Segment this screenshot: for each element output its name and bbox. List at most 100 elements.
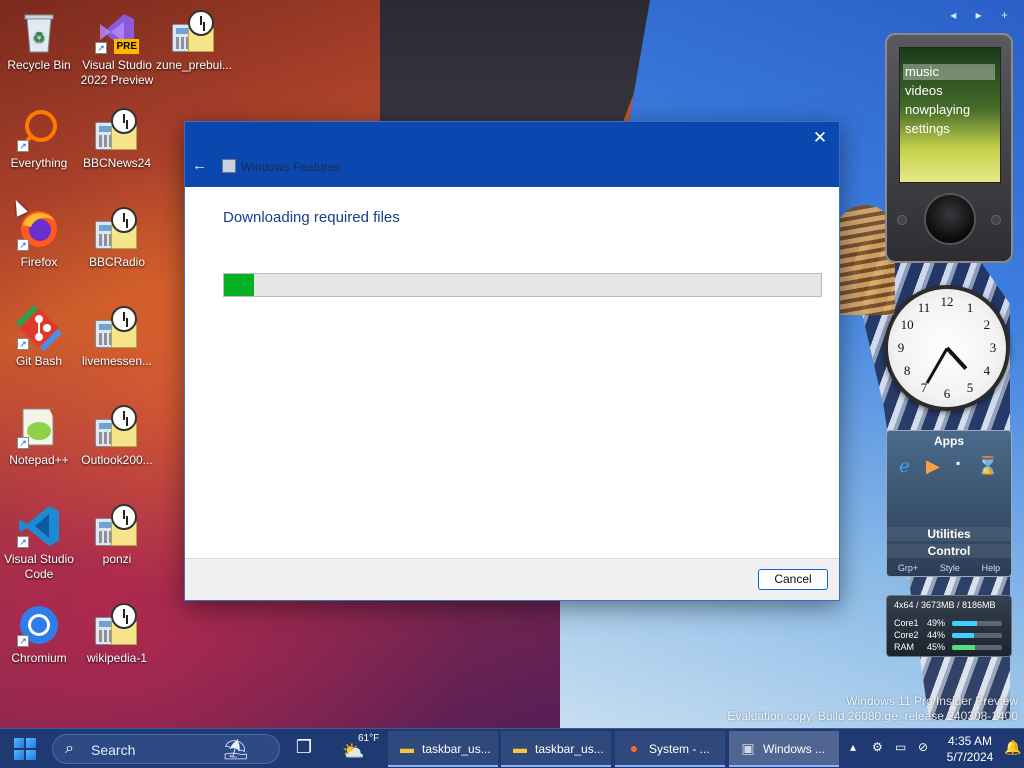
desktop-icon-git-bash[interactable]: ↗ Git Bash [0,304,78,369]
search-highlight-icon: ⛱ [223,739,249,761]
desktop-icon-everything[interactable]: ↗ Everything [0,106,78,171]
desktop-icon-zune-prebuilt[interactable]: zune_prebui... [155,8,233,73]
preview-badge: PRE [114,39,139,54]
desktop-icon-label: Everything [10,156,68,170]
apps-control[interactable]: Control [887,544,1011,558]
folder-icon: ▬ [513,740,527,756]
taskbar-app-explorer-2[interactable]: ▬ taskbar_us... [501,731,611,767]
cancel-button[interactable]: Cancel [758,569,828,590]
app-icon [93,403,141,451]
windows-features-icon: ▣ [741,740,755,756]
recycle-bin-icon: ♻ [15,8,63,56]
desktop-icon-label: Outlook200... [81,453,153,467]
shortcut-arrow-icon: ↗ [95,42,107,54]
windows-features-dialog: ✕ ← Windows Features Downloading require… [184,121,840,601]
dialog-footer: Cancel [185,558,839,600]
desktop-icon-firefox[interactable]: ↗ Firefox [0,205,78,270]
clock-number: 12 [940,294,954,309]
apps-utilities[interactable]: Utilities [887,527,1011,541]
desktop-icon-label: Chromium [11,651,67,665]
folder-icon: ▬ [400,740,414,756]
program-icon[interactable]: ▪ [956,456,960,477]
desktop-icon-chromium[interactable]: ↗ Chromium [0,601,78,666]
start-button[interactable] [14,738,36,760]
clock-number: 10 [900,317,914,332]
desktop-icon-outlook[interactable]: Outlook200... [78,403,156,468]
apps-grp-button[interactable]: Grp+ [898,563,918,573]
desktop-icon-label: wikipedia-1 [86,651,148,665]
shortcut-arrow-icon: ↗ [17,239,29,251]
tray-security-icon[interactable]: ⚙ [872,740,883,754]
dialog-header: ✕ ← Windows Features [185,122,839,187]
search-ring-icon: ↗ [15,106,63,154]
app-icon [93,601,141,649]
desktop-icon-wikipedia[interactable]: wikipedia-1 [78,601,156,666]
close-icon[interactable]: ✕ [809,127,831,149]
shortcut-arrow-icon: ↗ [17,635,29,647]
desktop-icon-bbcnews24[interactable]: BBCNews24 [78,106,156,171]
desktop-icon-bbcradio[interactable]: BBCRadio [78,205,156,270]
app-icon [170,8,218,56]
network-icon[interactable]: ▭ [895,740,906,754]
taskbar-date: 5/7/2024 [946,750,994,764]
zune-menu-music[interactable]: music [903,64,995,80]
desktop-icon-recycle-bin[interactable]: ♻ Recycle Bin [0,8,78,73]
chevron-up-icon[interactable]: ▴ [850,740,856,754]
zune-wheel[interactable] [924,193,976,245]
zune-menu-settings[interactable]: settings [905,121,950,137]
visual-studio-icon: PRE ↗ [93,8,141,56]
taskbar-clock[interactable]: 4:35 AM 5/7/2024 [940,733,1000,765]
desktop-icon-label: zune_prebui... [155,58,233,72]
apps-icons: ℯ ▶ ▪ ⌛ [887,448,1011,477]
notification-bell-icon[interactable]: 🔔 [1004,739,1021,756]
zune-gadget[interactable]: music videos nowplaying settings [885,33,1013,263]
desktop-icon-notepad-plus-plus[interactable]: ↗ Notepad++ [0,403,78,468]
zune-menu-videos[interactable]: videos [905,83,943,99]
shortcut-arrow-icon: ↗ [17,140,29,152]
back-arrow-icon[interactable]: ← [192,157,207,174]
volume-muted-icon[interactable]: ⊘ [918,740,928,754]
desktop-icon-visual-studio[interactable]: PRE ↗ Visual Studio 2022 Preview [78,8,156,88]
sysmon-bar [952,632,974,638]
clock-number: 8 [903,363,911,378]
shortcut-arrow-icon: ↗ [17,437,29,449]
media-player-icon[interactable]: ▶ [926,456,940,477]
desktop-icon-label: BBCRadio [88,255,146,269]
desktop-icon-ponzi[interactable]: ponzi [78,502,156,567]
weather-widget[interactable]: ⛅ 61°F [340,733,384,765]
taskbar-search[interactable]: ⌕ Search ⛱ [52,734,280,764]
hourglass-icon[interactable]: ⌛ [976,456,998,477]
apps-title: Apps [934,434,964,448]
clock-number: 4 [983,363,991,378]
minute-hand [925,347,949,384]
desktop-icon-vscode[interactable]: ↗ Visual Studio Code [0,502,78,582]
gadget-nav-arrows[interactable]: ◂ ▸ + [950,8,1016,22]
zune-play-button[interactable] [991,215,1001,225]
clock-number: 5 [966,379,974,395]
desktop-icon-label: BBCNews24 [82,156,152,170]
sysmon-row-core1: Core1 49% [894,618,1006,628]
firefox-icon: ● [629,740,639,756]
taskbar-app-firefox[interactable]: ● System - ... [615,731,725,767]
vscode-icon: ↗ [15,502,63,550]
apps-help-button[interactable]: Help [982,563,1001,573]
internet-explorer-icon[interactable]: ℯ [899,456,910,477]
taskbar-time: 4:35 AM [947,734,993,748]
taskbar: ⌕ Search ⛱ ❐ ⛅ 61°F ▬ taskbar_us... ▬ ta… [0,728,1024,768]
taskbar-app-windows-features[interactable]: ▣ Windows ... [729,731,839,767]
taskbar-app-explorer-1[interactable]: ▬ taskbar_us... [388,731,498,767]
chromium-icon: ↗ [15,601,63,649]
task-view-icon[interactable]: ❐ [292,737,316,761]
desktop-icon-label: Visual Studio 2022 Preview [80,58,154,87]
app-icon [93,106,141,154]
apps-footer: Grp+ Style Help [887,563,1011,573]
sysmon-bar [952,644,975,650]
app-icon [93,304,141,352]
weather-temp: 61°F [358,733,380,744]
desktop-icon-livemessenger[interactable]: livemessen... [78,304,156,369]
svg-text:♻: ♻ [33,29,46,45]
apps-style-button[interactable]: Style [940,563,960,573]
zune-back-button[interactable] [897,215,907,225]
zune-menu-nowplaying[interactable]: nowplaying [905,102,970,118]
desktop-icon-label: Firefox [20,255,58,269]
